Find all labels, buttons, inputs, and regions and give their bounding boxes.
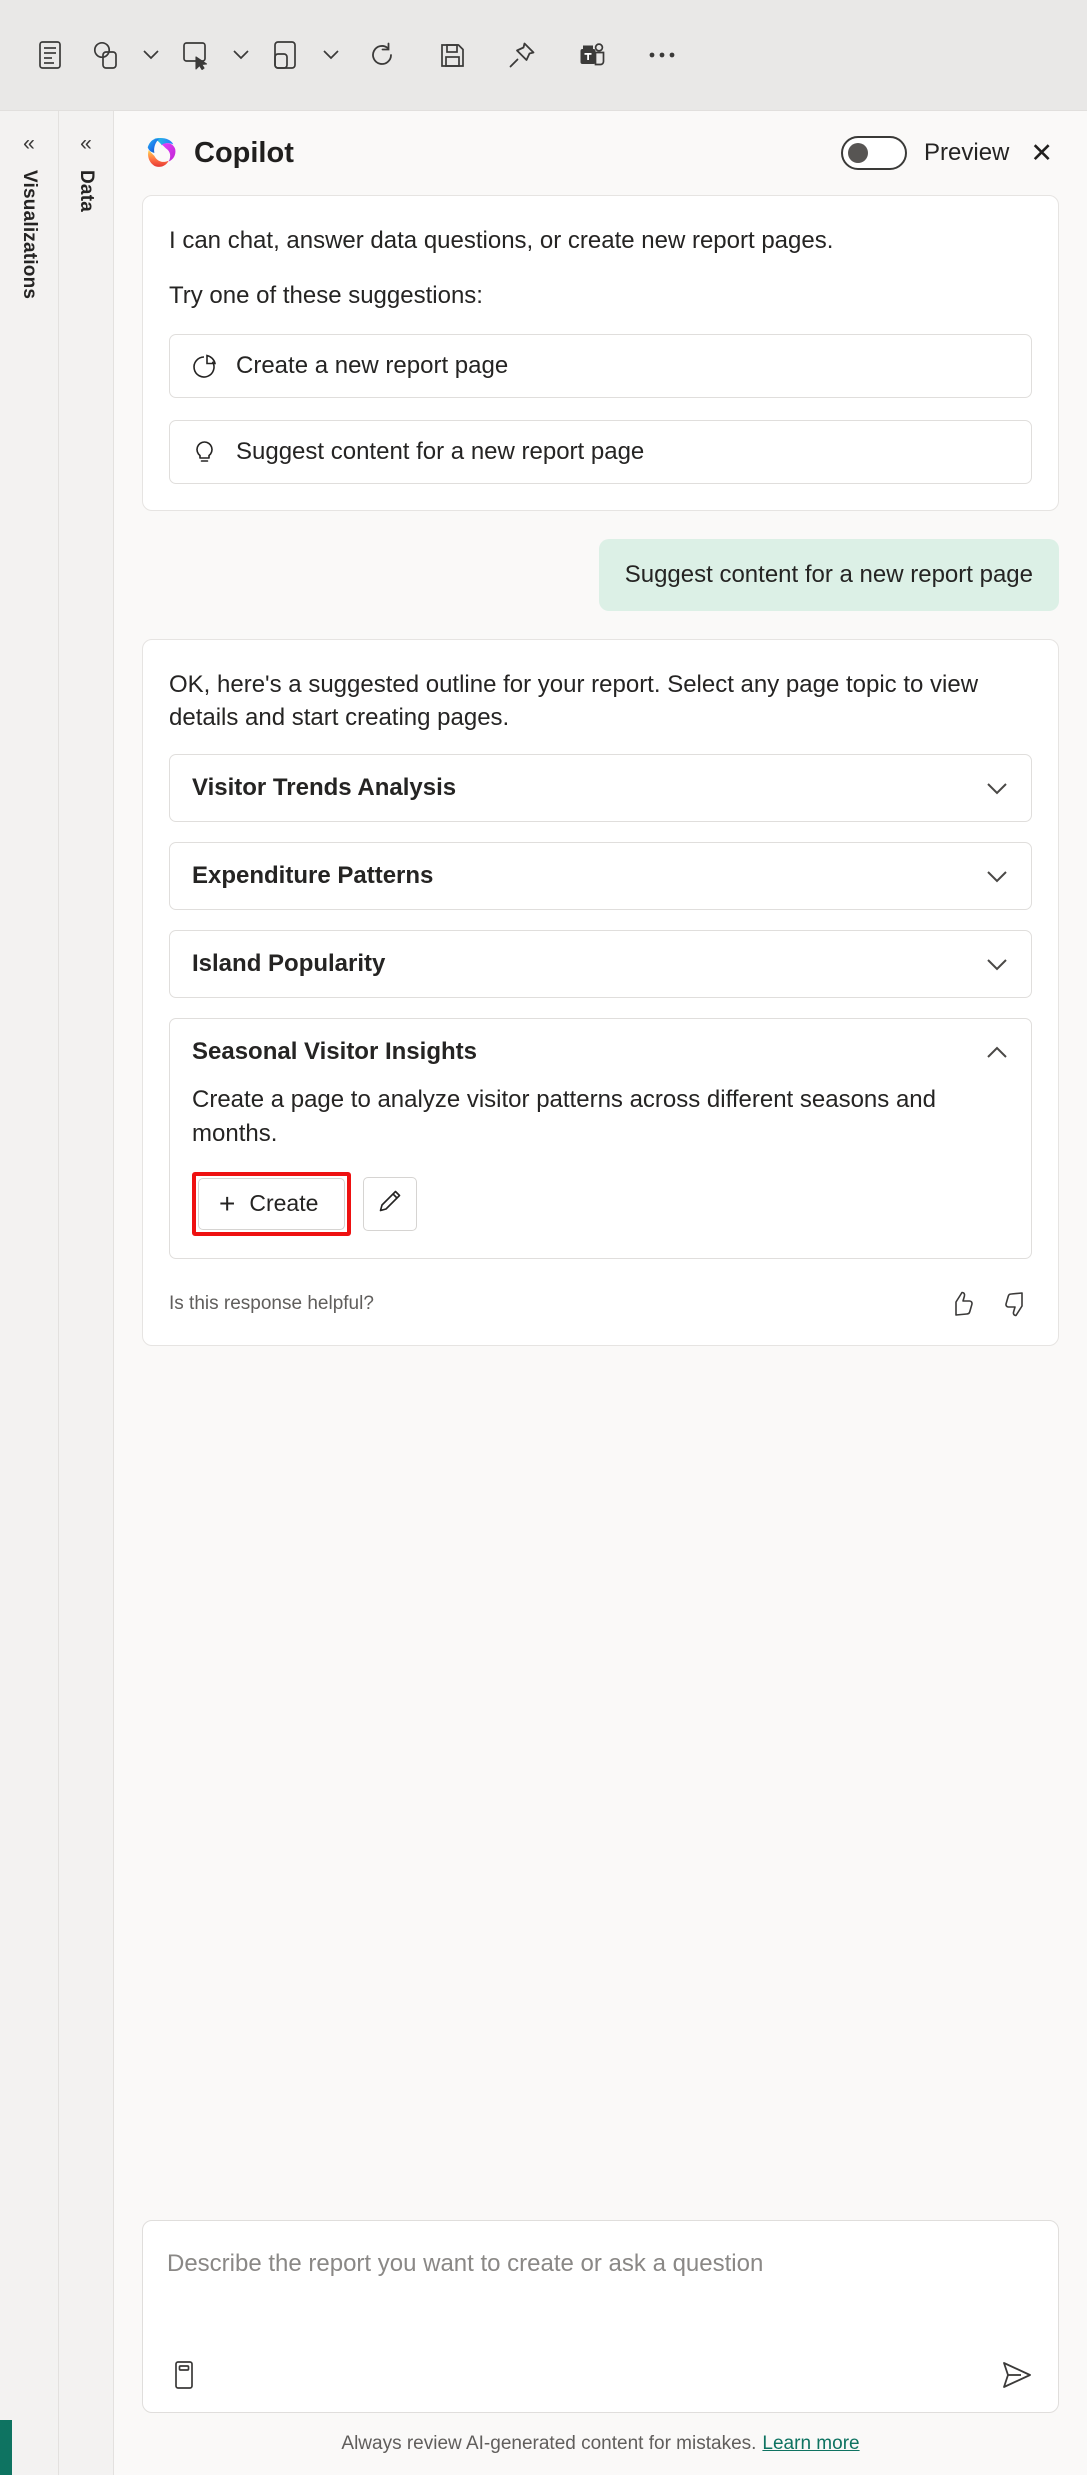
- intro-card: I can chat, answer data questions, or cr…: [142, 195, 1059, 512]
- intro-line-2: Try one of these suggestions:: [169, 282, 483, 310]
- topic-body: Create a page to analyze visitor pattern…: [170, 1083, 1031, 1257]
- new-page-icon[interactable]: [168, 27, 224, 83]
- chevron-down-icon: [985, 776, 1009, 800]
- copilot-conversation: I can chat, answer data questions, or cr…: [114, 195, 1087, 2220]
- copilot-header: Copilot Preview ✕: [114, 111, 1087, 195]
- topic-expenditure-patterns[interactable]: Expenditure Patterns: [169, 842, 1032, 911]
- chevron-up-icon: [985, 1040, 1009, 1064]
- topic-header[interactable]: Expenditure Patterns: [170, 843, 1031, 909]
- topic-title: Visitor Trends Analysis: [192, 774, 457, 802]
- refresh-icon[interactable]: [354, 27, 410, 83]
- topic-seasonal-visitor-insights[interactable]: Seasonal Visitor Insights Create a page …: [169, 1018, 1032, 1259]
- new-visual-icon[interactable]: [78, 27, 134, 83]
- data-collapse-icon[interactable]: «: [80, 133, 92, 154]
- topic-header[interactable]: Island Popularity: [170, 931, 1031, 997]
- suggestion-create-report-page[interactable]: Create a new report page: [169, 334, 1032, 399]
- topic-header[interactable]: Visitor Trends Analysis: [170, 755, 1031, 821]
- topic-description: Create a page to analyze visitor pattern…: [192, 1086, 936, 1147]
- topic-title: Island Popularity: [192, 950, 386, 978]
- composer-actions: [167, 2358, 1034, 2392]
- send-icon[interactable]: [1000, 2358, 1034, 2392]
- visualizations-collapse-icon[interactable]: «: [23, 133, 35, 154]
- disclaimer-text: Always review AI-generated content for m…: [341, 2433, 757, 2454]
- pin-icon[interactable]: [494, 27, 550, 83]
- preview-toggle[interactable]: [841, 136, 908, 170]
- topic-title: Expenditure Patterns: [192, 862, 434, 890]
- page-view-icon[interactable]: [22, 27, 78, 83]
- thumbs-down-icon[interactable]: [1002, 1289, 1032, 1319]
- teams-icon[interactable]: [564, 27, 620, 83]
- new-visual-copy-chevron-down-icon[interactable]: [314, 27, 348, 83]
- learn-more-link[interactable]: Learn more: [762, 2433, 859, 2455]
- new-visual-chevron-down-icon[interactable]: [134, 27, 168, 83]
- chevron-down-icon: [985, 864, 1009, 888]
- ai-disclaimer: Always review AI-generated content for m…: [114, 2413, 1087, 2475]
- plus-icon: +: [219, 1187, 236, 1219]
- copilot-panel: Copilot Preview ✕ I can chat, answer dat…: [114, 111, 1087, 2475]
- new-page-chevron-down-icon[interactable]: [224, 27, 258, 83]
- lightbulb-icon: [190, 438, 218, 466]
- copilot-logo-icon: [147, 138, 176, 167]
- more-options-icon[interactable]: [634, 27, 690, 83]
- top-toolbar: [0, 0, 1087, 111]
- data-pane[interactable]: « Data: [59, 111, 114, 2475]
- intro-line-1: I can chat, answer data questions, or cr…: [169, 227, 834, 254]
- composer-input[interactable]: [167, 2247, 1034, 2358]
- toolbar-group: [22, 27, 690, 83]
- user-message: Suggest content for a new report page: [598, 539, 1059, 612]
- book-icon[interactable]: [167, 2358, 201, 2392]
- topic-actions: + Create: [192, 1171, 1009, 1236]
- topic-title: Seasonal Visitor Insights: [192, 1038, 477, 1066]
- visualizations-pane[interactable]: « Visualizations: [0, 111, 59, 2475]
- suggestion-suggest-content[interactable]: Suggest content for a new report page: [169, 420, 1032, 485]
- topic-header[interactable]: Seasonal Visitor Insights: [170, 1019, 1031, 1085]
- create-button[interactable]: + Create: [198, 1177, 346, 1230]
- composer: [142, 2220, 1059, 2413]
- thumbs-up-icon[interactable]: [946, 1289, 976, 1319]
- suggestion-label: Create a new report page: [236, 352, 509, 380]
- copilot-title: Copilot: [194, 136, 294, 169]
- user-message-row: Suggest content for a new report page: [142, 539, 1059, 612]
- edit-button[interactable]: [363, 1176, 418, 1231]
- preview-label: Preview: [924, 139, 1010, 166]
- feedback-row: Is this response helpful?: [169, 1289, 1032, 1319]
- visualizations-pane-label: Visualizations: [19, 170, 40, 300]
- pencil-icon: [377, 1188, 403, 1219]
- data-pane-label: Data: [76, 170, 97, 212]
- create-button-label: Create: [249, 1190, 319, 1217]
- assistant-response-text: OK, here's a suggested outline for your …: [169, 671, 979, 732]
- new-visual-copy-icon[interactable]: [258, 27, 314, 83]
- topic-island-popularity[interactable]: Island Popularity: [169, 930, 1032, 999]
- pie-chart-icon: [190, 352, 218, 380]
- assistant-response-card: OK, here's a suggested outline for your …: [142, 639, 1059, 1346]
- topic-visitor-trends-analysis[interactable]: Visitor Trends Analysis: [169, 754, 1032, 823]
- suggestion-label: Suggest content for a new report page: [236, 438, 645, 466]
- feedback-prompt: Is this response helpful?: [169, 1292, 374, 1314]
- chevron-down-icon: [985, 952, 1009, 976]
- close-icon[interactable]: ✕: [1026, 138, 1057, 169]
- create-button-highlight: + Create: [192, 1171, 352, 1236]
- copilot-header-actions: Preview ✕: [841, 136, 1057, 170]
- feedback-actions: [946, 1289, 1032, 1319]
- save-icon[interactable]: [424, 27, 480, 83]
- copilot-composer-area: [114, 2220, 1087, 2413]
- status-accent-bar: [0, 2420, 12, 2475]
